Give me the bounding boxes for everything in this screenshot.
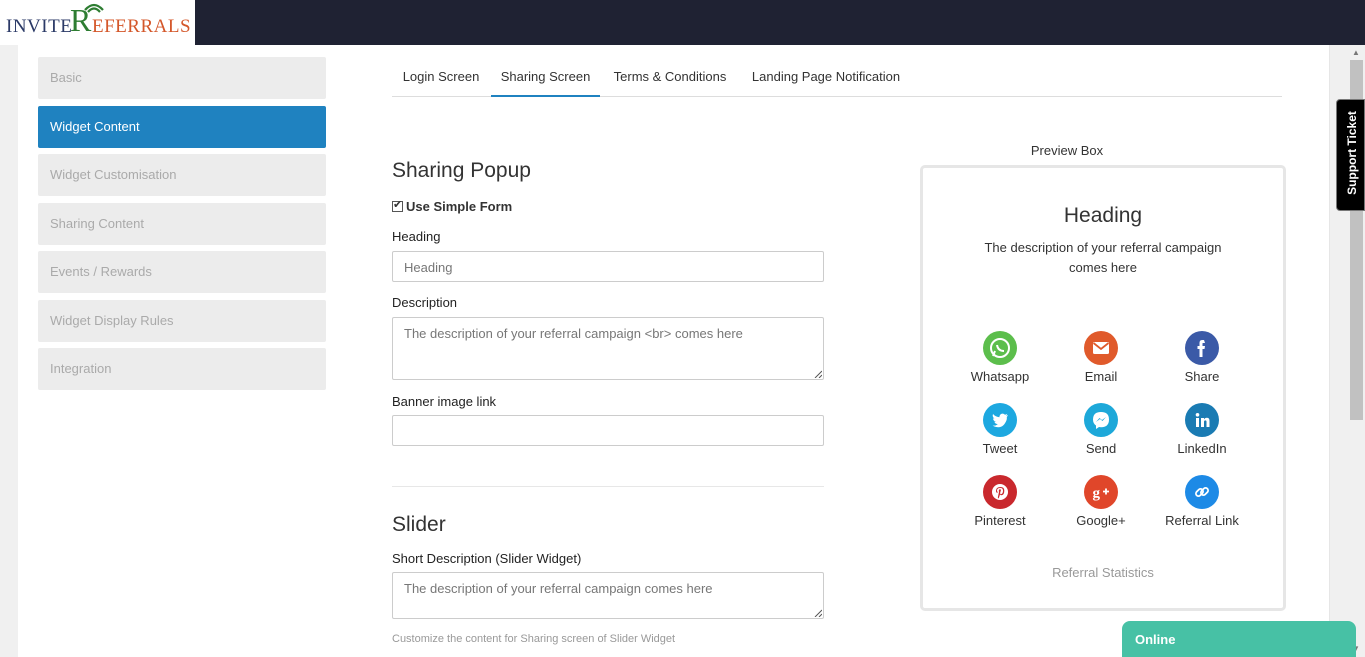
share-google-plus[interactable]: g Google+ [1051,475,1151,528]
sharing-popup-title: Sharing Popup [392,159,531,182]
sidebar-item-widget-content[interactable]: Widget Content [38,105,326,148]
heading-input[interactable]: Heading [392,251,824,282]
share-pinterest[interactable]: Pinterest [950,475,1050,528]
tab-landing-page-notification[interactable]: Landing Page Notification [744,57,908,97]
facebook-icon [1185,331,1219,365]
sidebar-item-widget-customisation[interactable]: Widget Customisation [38,154,326,196]
support-ticket-button[interactable]: Support Ticket [1336,99,1365,211]
share-label: Google+ [1076,513,1126,528]
sidebar-item-integration[interactable]: Integration [38,348,326,390]
tab-bar: Login Screen Sharing Screen Terms & Cond… [392,57,1282,97]
share-whatsapp[interactable]: Whatsapp [950,331,1050,384]
sidebar-item-events-rewards[interactable]: Events / Rewards [38,251,326,293]
google-plus-icon: g [1084,475,1118,509]
use-simple-form-label: Use Simple Form [406,198,513,214]
share-twitter[interactable]: Tweet [950,403,1050,456]
messenger-icon [1084,403,1118,437]
twitter-icon [983,403,1017,437]
description-label: Description [392,295,458,310]
share-label: LinkedIn [1177,441,1227,456]
banner-image-link-input[interactable] [392,415,824,446]
share-facebook[interactable]: Share [1152,331,1252,384]
share-label: Referral Link [1165,513,1239,528]
page-gutter [0,45,18,657]
logo-text-r: R [70,2,92,38]
short-description-text: The description of your referral campaig… [404,581,713,596]
short-description-textarea[interactable]: The description of your referral campaig… [392,572,824,619]
use-simple-form-row: ✔ Use Simple Form [392,198,512,214]
chat-widget-online[interactable]: Online [1122,621,1356,657]
preview-heading: Heading [1063,204,1143,227]
share-referral-link[interactable]: Referral Link [1152,475,1252,528]
slider-title: Slider [392,513,446,536]
sidebar: Basic Widget Content Widget Customisatio… [38,57,326,397]
link-icon [1185,475,1219,509]
logo-text-invite: INVITE [6,16,73,37]
check-icon: ✔ [393,198,403,211]
tab-sharing-screen[interactable]: Sharing Screen [491,57,600,97]
section-divider [392,486,824,487]
top-bar [0,0,1365,45]
logo-text-eferrals: EFERRALS [92,16,192,37]
linkedin-icon [1185,403,1219,437]
share-linkedin[interactable]: LinkedIn [1152,403,1252,456]
scroll-up-icon[interactable]: ▲ [1352,48,1360,57]
tab-terms-conditions[interactable]: Terms & Conditions [606,57,734,97]
email-icon [1084,331,1118,365]
share-label: Pinterest [974,513,1026,528]
preview-box: Heading The description of your referral… [920,165,1286,611]
description-textarea[interactable]: The description of your referral campaig… [392,317,824,380]
preview-box-label: Preview Box [1030,143,1104,158]
sidebar-item-sharing-content[interactable]: Sharing Content [38,202,326,245]
description-text: The description of your referral campaig… [404,326,743,341]
heading-label: Heading [392,229,441,244]
logo[interactable]: INVITE R EFERRALS [0,0,195,45]
pinterest-icon [983,475,1017,509]
share-label: Share [1184,369,1220,384]
share-label: Tweet [982,441,1018,456]
referral-statistics-link[interactable]: Referral Statistics [923,565,1283,580]
resize-handle-icon[interactable] [814,370,822,378]
banner-image-link-label: Banner image link [392,394,497,409]
sidebar-item-basic[interactable]: Basic [38,57,326,99]
support-ticket-label: Support Ticket [1345,111,1359,195]
share-email[interactable]: Email [1051,331,1151,384]
preview-description: The description of your referral campaig… [963,238,1243,278]
resize-handle-icon[interactable] [814,609,822,617]
short-description-label: Short Description (Slider Widget) [392,551,582,566]
slider-help-text: Customize the content for Sharing screen… [392,633,676,645]
preview-description-line2: comes here [1069,260,1137,275]
share-label: Send [1085,441,1117,456]
share-label: Whatsapp [970,369,1030,384]
whatsapp-icon [983,331,1017,365]
use-simple-form-checkbox[interactable]: ✔ [392,198,403,212]
share-messenger[interactable]: Send [1051,403,1151,456]
tab-login-screen[interactable]: Login Screen [392,57,490,97]
preview-description-line1: The description of your referral campaig… [984,240,1222,255]
share-label: Email [1084,369,1118,384]
sidebar-item-widget-display-rules[interactable]: Widget Display Rules [38,299,326,342]
svg-text:g: g [1093,486,1101,502]
